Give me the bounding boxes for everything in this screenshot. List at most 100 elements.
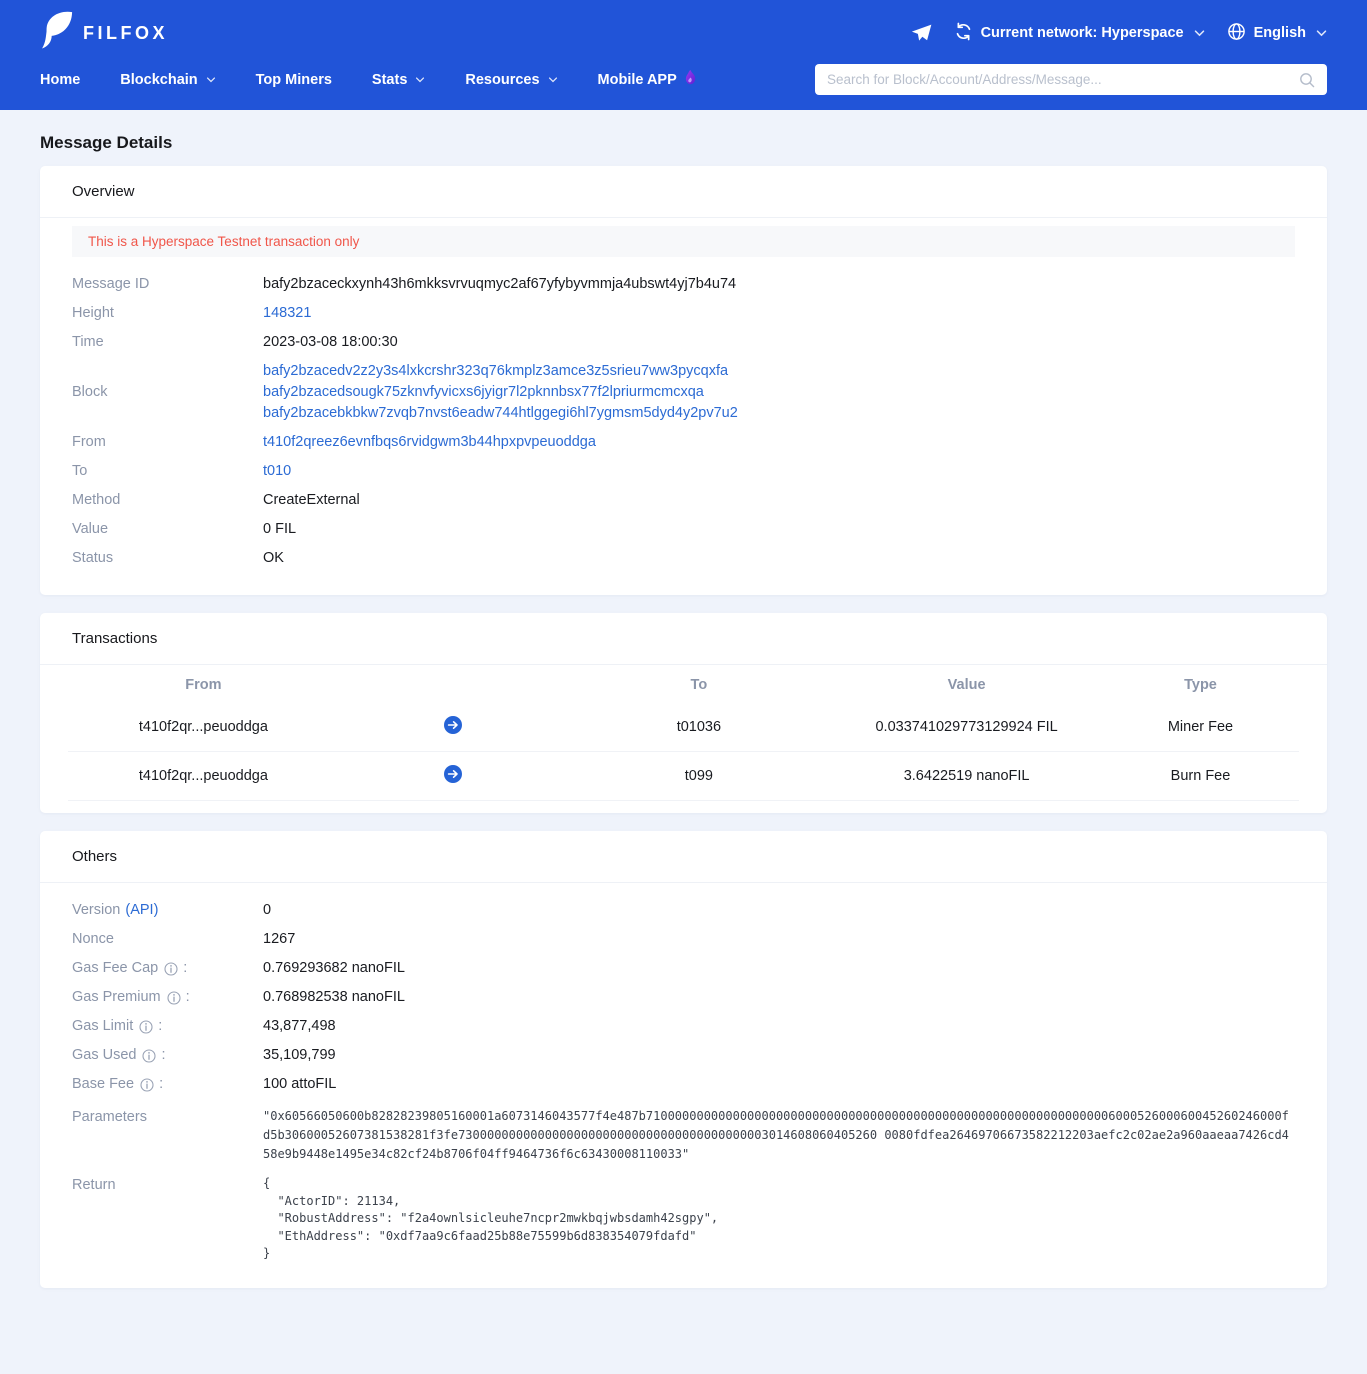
- search-icon[interactable]: [1299, 72, 1315, 88]
- arrow-right-circle-icon: [444, 765, 462, 787]
- info-icon[interactable]: [139, 1020, 153, 1034]
- message-id-label: Message ID: [72, 274, 263, 295]
- page-title: Message Details: [40, 133, 1327, 153]
- others-rows: Version (API) 0 Nonce 1267 Gas Fee Cap :…: [40, 883, 1327, 1288]
- gas-limit-label: Gas Limit: [72, 1016, 133, 1037]
- to-address-link[interactable]: t010: [263, 463, 291, 479]
- block-link[interactable]: bafy2bzacedsougk75zknvfyvicxs6jyigr7l2pk…: [263, 382, 1295, 403]
- nonce-value: 1267: [263, 929, 1295, 950]
- tx-from: t410f2qr...peuoddga: [68, 768, 339, 784]
- nav-mobile-app[interactable]: Mobile APP: [598, 69, 698, 90]
- language-label: English: [1254, 25, 1306, 41]
- to-label: To: [72, 461, 263, 482]
- return-value: { "ActorID": 21134, "RobustAddress": "f2…: [263, 1175, 1295, 1263]
- message-id-value: bafy2bzaceckxynh43h6mkksvrvuqmyc2af67yfy…: [263, 274, 1295, 295]
- row-to: To t010: [72, 457, 1295, 486]
- column-from: From: [68, 677, 339, 693]
- row-gas-fee-cap: Gas Fee Cap : 0.769293682 nanoFIL: [72, 954, 1295, 983]
- version-label: Version: [72, 900, 120, 921]
- info-icon[interactable]: [140, 1078, 154, 1092]
- info-icon[interactable]: [142, 1049, 156, 1063]
- gas-premium-label: Gas Premium: [72, 987, 161, 1008]
- telegram-icon[interactable]: [911, 24, 932, 42]
- language-selector[interactable]: English: [1227, 22, 1327, 45]
- row-from: From t410f2qreez6evnfbqs6rvidgwm3b44hpxp…: [72, 428, 1295, 457]
- row-gas-limit: Gas Limit : 43,877,498: [72, 1012, 1295, 1041]
- brand-name: FILFOX: [83, 23, 168, 44]
- api-version-link[interactable]: (API): [125, 900, 158, 921]
- testnet-notice: This is a Hyperspace Testnet transaction…: [72, 226, 1295, 257]
- network-refresh-icon: [954, 22, 973, 45]
- info-icon[interactable]: [164, 962, 178, 976]
- nav-blockchain[interactable]: Blockchain: [120, 72, 215, 88]
- arrow-right-circle-icon: [444, 716, 462, 738]
- overview-card: Overview This is a Hyperspace Testnet tr…: [40, 166, 1327, 595]
- tx-type: Miner Fee: [1102, 719, 1299, 735]
- method-label: Method: [72, 490, 263, 511]
- others-card: Others Version (API) 0 Nonce 1267 Gas Fe…: [40, 831, 1327, 1288]
- column-value: Value: [831, 677, 1102, 693]
- height-link[interactable]: 148321: [263, 305, 311, 321]
- transaction-row: t410f2qr...peuoddga t099 3.6422519 nanoF…: [68, 752, 1299, 801]
- row-gas-premium: Gas Premium : 0.768982538 nanoFIL: [72, 983, 1295, 1012]
- row-block: Block bafy2bzacedv2z2y3s4lxkcrshr323q76k…: [72, 357, 1295, 428]
- row-version: Version (API) 0: [72, 896, 1295, 925]
- row-method: Method CreateExternal: [72, 486, 1295, 515]
- nav-stats[interactable]: Stats: [372, 72, 425, 88]
- row-message-id: Message ID bafy2bzaceckxynh43h6mkksvrvuq…: [72, 270, 1295, 299]
- label-colon: :: [183, 958, 187, 979]
- chevron-down-icon: [1316, 30, 1327, 37]
- filfox-logo[interactable]: FILFOX: [40, 11, 168, 56]
- transactions-card: Transactions From To Value Type t410f2qr…: [40, 613, 1327, 813]
- transaction-row: t410f2qr...peuoddga t01036 0.03374102977…: [68, 703, 1299, 752]
- nav-top-miners[interactable]: Top Miners: [256, 72, 332, 88]
- base-fee-value: 100 attoFIL: [263, 1074, 1295, 1095]
- main-content: Message Details Overview This is a Hyper…: [0, 133, 1367, 1374]
- tx-to: t099: [567, 768, 832, 784]
- nav-top-miners-label: Top Miners: [256, 72, 332, 88]
- block-label: Block: [72, 382, 263, 403]
- transactions-table: From To Value Type t410f2qr...peuoddga t…: [40, 665, 1327, 813]
- gas-limit-value: 43,877,498: [263, 1016, 1295, 1037]
- nav-home-label: Home: [40, 72, 80, 88]
- column-to: To: [567, 677, 832, 693]
- from-address-link[interactable]: t410f2qreez6evnfbqs6rvidgwm3b44hpxpvpeuo…: [263, 434, 596, 450]
- row-parameters: Parameters "0x60566050600b82828239805160…: [72, 1099, 1295, 1167]
- flame-icon: [683, 69, 698, 90]
- label-colon: :: [161, 1045, 165, 1066]
- base-fee-label: Base Fee: [72, 1074, 134, 1095]
- overview-rows: Message ID bafy2bzaceckxynh43h6mkksvrvuq…: [40, 257, 1327, 595]
- gas-fee-cap-label: Gas Fee Cap: [72, 958, 158, 979]
- label-colon: :: [159, 1074, 163, 1095]
- version-value: 0: [263, 900, 1295, 921]
- row-base-fee: Base Fee : 100 attoFIL: [72, 1070, 1295, 1099]
- status-value: OK: [263, 548, 1295, 569]
- others-card-title: Others: [40, 831, 1327, 883]
- time-value: 2023-03-08 18:00:30: [263, 332, 1295, 353]
- main-nav: Home Blockchain Top Miners Stats Resourc…: [40, 69, 698, 90]
- label-colon: :: [158, 1016, 162, 1037]
- search-input[interactable]: [827, 72, 1299, 87]
- return-label: Return: [72, 1175, 263, 1196]
- search-box: [815, 64, 1327, 95]
- method-value: CreateExternal: [263, 490, 1295, 511]
- nav-resources-label: Resources: [465, 72, 539, 88]
- nav-home[interactable]: Home: [40, 72, 80, 88]
- info-icon[interactable]: [167, 991, 181, 1005]
- chevron-down-icon: [206, 77, 216, 83]
- value-label: Value: [72, 519, 263, 540]
- globe-icon: [1227, 22, 1246, 45]
- row-time: Time 2023-03-08 18:00:30: [72, 328, 1295, 357]
- from-label: From: [72, 432, 263, 453]
- row-height: Height 148321: [72, 299, 1295, 328]
- overview-card-title: Overview: [40, 166, 1327, 218]
- row-gas-used: Gas Used : 35,109,799: [72, 1041, 1295, 1070]
- height-label: Height: [72, 303, 263, 324]
- nav-resources[interactable]: Resources: [465, 72, 557, 88]
- gas-used-label: Gas Used: [72, 1045, 136, 1066]
- block-link[interactable]: bafy2bzacebkbkw7zvqb7nvst6eadw744htlggeg…: [263, 403, 1295, 424]
- row-status: Status OK: [72, 544, 1295, 573]
- network-selector[interactable]: Current network: Hyperspace: [954, 22, 1205, 45]
- block-link[interactable]: bafy2bzacedv2z2y3s4lxkcrshr323q76kmplz3a…: [263, 361, 1295, 382]
- site-header: FILFOX Current network: Hyperspace: [0, 0, 1367, 110]
